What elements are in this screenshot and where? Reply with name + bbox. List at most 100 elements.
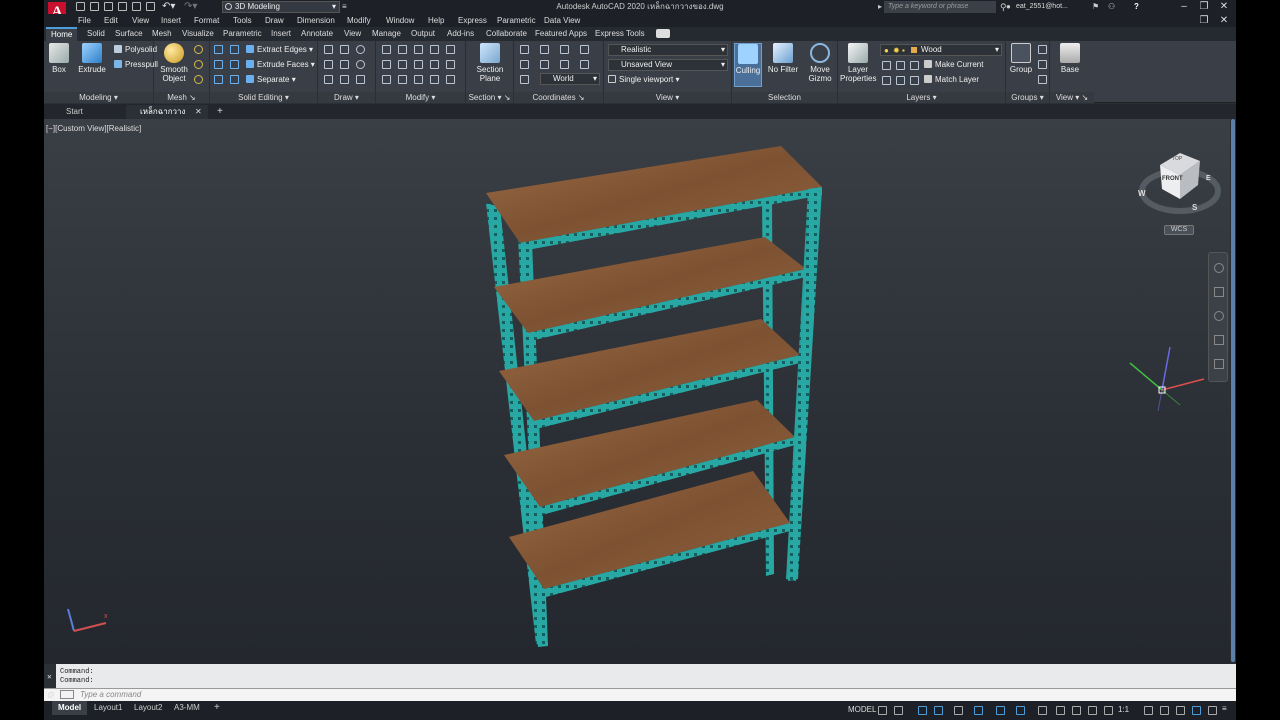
new-icon[interactable] xyxy=(76,2,85,11)
layout-tab-1[interactable]: Layout1 xyxy=(88,701,128,715)
presspull-button[interactable]: Presspull xyxy=(114,59,158,71)
mirror-icon[interactable] xyxy=(398,60,407,69)
ucs-x-icon[interactable] xyxy=(560,45,569,54)
menu-window[interactable]: Window xyxy=(386,14,414,27)
menu-edit[interactable]: Edit xyxy=(104,14,118,27)
construction-line-icon[interactable] xyxy=(340,60,349,69)
ucs-3point-icon[interactable] xyxy=(540,60,549,69)
3d-array-icon[interactable] xyxy=(446,75,455,84)
make-current-button[interactable]: Make Current xyxy=(924,59,983,71)
workspace-switch-icon[interactable] xyxy=(1144,706,1153,715)
match-layer-button[interactable]: Match Layer xyxy=(924,74,979,86)
polygon-icon[interactable] xyxy=(324,75,333,84)
model-space-toggle[interactable]: MODEL xyxy=(848,705,876,714)
arc-icon[interactable] xyxy=(356,60,365,69)
panel-label-section[interactable]: Section ▾ ↘ xyxy=(466,92,513,103)
menu-insert[interactable]: Insert xyxy=(161,14,181,27)
doc-restore-icon[interactable]: ❐ xyxy=(1196,14,1212,27)
new-tab-icon[interactable]: + xyxy=(217,105,223,119)
showmotion-icon[interactable] xyxy=(1214,359,1224,369)
tab-close-icon[interactable]: ✕ xyxy=(195,105,202,119)
panel-label-mesh[interactable]: Mesh ↘ xyxy=(154,92,209,103)
grid-icon[interactable] xyxy=(878,706,887,715)
interfere-icon[interactable] xyxy=(230,60,239,69)
ribbon-minimize-icon[interactable] xyxy=(656,29,670,38)
separate-button[interactable]: Separate ▾ xyxy=(246,74,296,86)
tab-parametric[interactable]: Parametric xyxy=(218,27,267,41)
layer-unisolate-icon[interactable] xyxy=(896,76,905,85)
menu-express[interactable]: Express xyxy=(458,14,487,27)
3d-align-icon[interactable] xyxy=(414,75,423,84)
close-icon[interactable]: ✕ xyxy=(1216,0,1232,14)
smooth-less-icon[interactable] xyxy=(194,60,203,69)
compass-east[interactable]: E xyxy=(1206,175,1211,182)
align-icon[interactable] xyxy=(382,60,391,69)
menu-view[interactable]: View xyxy=(132,14,149,27)
zoom-icon[interactable] xyxy=(1214,311,1224,321)
layout-tab-2[interactable]: Layout2 xyxy=(128,701,168,715)
customization-icon[interactable]: ≡ xyxy=(1222,704,1227,713)
layer-thaw-icon[interactable] xyxy=(910,76,919,85)
annotation-scale[interactable]: 1:1 xyxy=(1118,705,1129,714)
ucs-icon[interactable] xyxy=(520,45,529,54)
group-button[interactable]: Group xyxy=(1008,43,1034,74)
scale-icon[interactable] xyxy=(398,75,407,84)
menu-help[interactable]: Help xyxy=(428,14,444,27)
section-plane-button[interactable]: Section Plane xyxy=(474,43,506,83)
smooth-object-button[interactable]: Smooth Object xyxy=(160,43,188,83)
panel-label-selection[interactable]: Selection xyxy=(732,92,837,103)
panel-label-coordinates[interactable]: Coordinates ↘ xyxy=(514,92,603,103)
rotate-icon[interactable] xyxy=(414,45,423,54)
panel-label-draw[interactable]: Draw ▾ xyxy=(318,92,375,103)
annotation-monitor-icon[interactable] xyxy=(1160,706,1169,715)
tab-start[interactable]: Start xyxy=(48,105,124,119)
box-button[interactable]: Box xyxy=(46,43,72,74)
units-icon[interactable] xyxy=(1176,706,1185,715)
add-layout-icon[interactable]: + xyxy=(208,701,226,715)
viewcube-front-label[interactable]: FRONT xyxy=(1162,176,1183,182)
group-selection-icon[interactable] xyxy=(1038,75,1047,84)
tab-home[interactable]: Home xyxy=(46,27,78,41)
customize-qat-icon[interactable]: ≡ xyxy=(342,0,347,14)
snap-icon[interactable] xyxy=(894,706,903,715)
erase-icon[interactable] xyxy=(382,75,391,84)
viewcube-top-label[interactable]: TOP xyxy=(1172,156,1182,162)
tab-visualize[interactable]: Visualize xyxy=(177,27,219,41)
layer-properties-button[interactable]: Layer Properties xyxy=(840,43,876,83)
tab-add-ins[interactable]: Add-ins xyxy=(442,27,479,41)
menu-modify[interactable]: Modify xyxy=(347,14,371,27)
auto-scale-icon[interactable] xyxy=(1104,706,1113,715)
panel-label-view[interactable]: View ▾ xyxy=(604,92,731,103)
minimize-icon[interactable]: – xyxy=(1176,0,1192,14)
a360-icon[interactable]: ⚇ xyxy=(1108,0,1115,14)
intersect-icon[interactable] xyxy=(214,60,223,69)
smooth-more-icon[interactable] xyxy=(194,45,203,54)
helix-icon[interactable] xyxy=(356,75,365,84)
vertical-scrollbar[interactable] xyxy=(1230,119,1236,664)
drawing-viewport[interactable]: [−][Custom View][Realistic] x TOP FRONT … xyxy=(44,119,1236,664)
tab-annotate[interactable]: Annotate xyxy=(296,27,338,41)
menu-file[interactable]: File xyxy=(78,14,91,27)
union-icon[interactable] xyxy=(214,45,223,54)
selection-filter-icon[interactable] xyxy=(1056,706,1065,715)
user-menu[interactable]: eat_2551@hot... xyxy=(1016,0,1068,14)
layer-off-icon[interactable] xyxy=(882,61,891,70)
menu-tools[interactable]: Tools xyxy=(233,14,252,27)
layout-tab-model[interactable]: Model xyxy=(52,701,88,715)
panel-label-view-base[interactable]: View ▾ ↘ xyxy=(1050,92,1094,103)
array-icon[interactable] xyxy=(446,45,455,54)
command-line[interactable]: ⚙ Type a command xyxy=(44,688,1236,701)
ucs-origin-icon[interactable] xyxy=(540,45,549,54)
workspace-dropdown[interactable]: 3D Modeling ▾ xyxy=(222,1,340,13)
extract-edges-button[interactable]: Extract Edges ▾ xyxy=(246,44,313,56)
undo-icon[interactable]: ↶▾ xyxy=(162,0,175,14)
extrude-button[interactable]: Extrude xyxy=(76,43,108,74)
rectangle-icon[interactable] xyxy=(340,75,349,84)
navigation-bar[interactable] xyxy=(1208,252,1228,382)
tab-featured-apps[interactable]: Featured Apps xyxy=(530,27,592,41)
viewport-config-button[interactable]: Single viewport ▾ xyxy=(608,74,680,86)
offset-icon[interactable] xyxy=(446,60,455,69)
tab-manage[interactable]: Manage xyxy=(367,27,406,41)
tab-collaborate[interactable]: Collaborate xyxy=(481,27,532,41)
tab-mesh[interactable]: Mesh xyxy=(147,27,177,41)
